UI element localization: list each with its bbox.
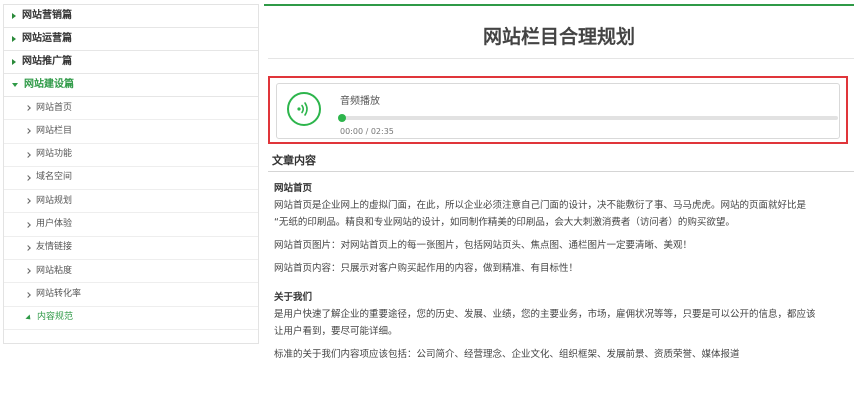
sidebar-category-operation[interactable]: 网站运营篇 (4, 28, 258, 51)
chevron-right-icon (25, 151, 31, 158)
caret-right-icon (12, 36, 16, 42)
audio-label: 音频播放 (340, 96, 380, 107)
audio-player-highlight: 音频播放 00:00 / 02:35 (268, 76, 848, 144)
chevron-right-icon (25, 105, 31, 111)
article-heading: 关于我们 (274, 292, 313, 303)
chevron-right-icon (25, 291, 31, 298)
chevron-right-icon (25, 245, 31, 251)
article-paragraph: 是用户快速了解企业的重要途径，您的历史、发展、业绩，您的主要业务，市场，雇佣状况… (274, 309, 816, 320)
sidebar-item-planning[interactable]: 网站规划 (4, 190, 258, 214)
chevron-right-icon (25, 268, 31, 275)
sidebar-item-label: 友情链接 (36, 242, 73, 253)
sidebar-category-label: 网站运营篇 (22, 33, 72, 44)
sound-wave-icon (297, 102, 308, 116)
divider (268, 58, 854, 59)
chevron-right-icon (25, 221, 31, 228)
sidebar-item-conversion-rate[interactable]: 网站转化率 (4, 283, 258, 307)
caret-right-icon (12, 59, 16, 65)
sidebar-item-label: 网站粘度 (36, 265, 73, 276)
article-paragraph: 标准的关于我们内容项应该包括：公司简介、经营理念、企业文化、组织框架、发展前景、… (274, 349, 740, 360)
sidebar-item-label: 内容规范 (37, 312, 74, 323)
sidebar-item-friend-links[interactable]: 友情链接 (4, 237, 258, 261)
sidebar-item-user-experience[interactable]: 用户体验 (4, 213, 258, 237)
sidebar-item-columns[interactable]: 网站栏目 (4, 120, 258, 144)
audio-player: 音频播放 00:00 / 02:35 (276, 83, 840, 139)
sidebar-item-features[interactable]: 网站功能 (4, 144, 258, 167)
sidebar-category-label: 网站营销篇 (22, 10, 72, 21)
page-title: 网站栏目合理规划 (482, 26, 635, 48)
article-paragraph: 让用户看到，要尽可能详细。 (274, 326, 398, 337)
article-paragraph: 网站首页内容：只展示对客户购买起作用的内容，做到精准、有目标性！ (274, 263, 579, 274)
sidebar-item-content-standards[interactable]: 内容规范 (4, 307, 258, 330)
sidebar-category-label: 网站推广篇 (22, 56, 72, 67)
sidebar-item-label: 网站栏目 (36, 125, 73, 136)
article-paragraph: 网站首页是企业网上的虚拟门面，在此，所以企业必须注意自己门面的设计，决不能敷衍了… (274, 200, 807, 211)
sidebar-item-stickiness[interactable]: 网站粘度 (4, 260, 258, 284)
sidebar-item-label: 网站规划 (36, 195, 73, 206)
article-paragraph: “无纸的印刷品。精良和专业网站的设计，如同制作精美的印刷品，会大大刺激消费者（访… (274, 217, 735, 228)
caret-right-icon (12, 13, 16, 19)
sidebar-item-label: 网站首页 (36, 102, 73, 113)
sidebar-item-label: 用户体验 (36, 218, 73, 229)
divider (268, 171, 854, 172)
article-body: 网站首页 网站首页是企业网上的虚拟门面，在此，所以企业必须注意自己门面的设计，决… (274, 180, 840, 363)
sidebar-category-promotion[interactable]: 网站推广篇 (4, 51, 258, 74)
sidebar-item-domain-hosting[interactable]: 域名空间 (4, 167, 258, 191)
caret-down-icon (12, 83, 18, 87)
chevron-right-icon (25, 198, 31, 205)
section-title: 文章内容 (272, 154, 316, 167)
caret-down-icon (25, 314, 33, 322)
sidebar-item-label: 网站转化率 (36, 288, 82, 299)
article-paragraph: 网站首页图片：对网站首页上的每一张图片，包括网站页头、焦点图、通栏图片一定要清晰… (274, 240, 693, 251)
sidebar: 网站营销篇 网站运营篇 网站推广篇 网站建设篇 网站首页 网站栏目 网站功能 域… (3, 4, 259, 344)
sidebar-category-marketing[interactable]: 网站营销篇 (4, 5, 258, 28)
article-heading: 网站首页 (274, 183, 313, 194)
chevron-right-icon (25, 175, 31, 181)
main-content: 网站栏目合理规划 音频播放 00:00 / 02:35 文章内容 网站首页 网站… (264, 4, 854, 376)
audio-progress-knob[interactable] (338, 114, 346, 122)
sidebar-category-label: 网站建设篇 (24, 79, 74, 90)
audio-play-button[interactable] (287, 92, 321, 126)
sidebar-item-label: 域名空间 (36, 172, 73, 183)
sidebar-item-homepage[interactable]: 网站首页 (4, 97, 258, 121)
chevron-right-icon (25, 128, 31, 135)
audio-time: 00:00 / 02:35 (340, 127, 394, 136)
sidebar-category-construction[interactable]: 网站建设篇 (4, 74, 258, 97)
sidebar-item-label: 网站功能 (36, 149, 73, 160)
audio-progress-bar[interactable] (338, 114, 838, 122)
